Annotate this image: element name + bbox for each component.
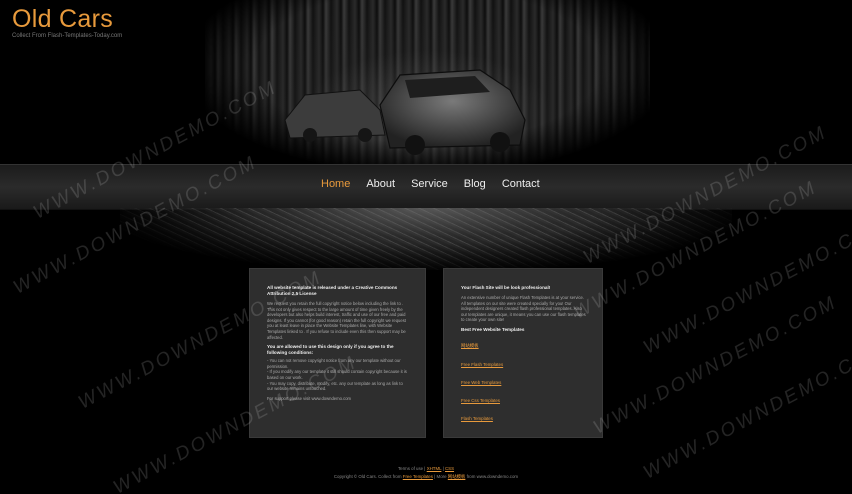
footer-css-link[interactable]: CSS bbox=[445, 466, 454, 471]
nav-about[interactable]: About bbox=[366, 178, 395, 190]
footer-free-templates-link[interactable]: Free Templates bbox=[403, 474, 433, 479]
nav-list: Home About Service Blog Contact bbox=[321, 178, 556, 190]
info-heading: Your Flash Site will be look professiona… bbox=[461, 285, 551, 290]
page: Old Cars Collect From Flash-Templates-To… bbox=[0, 0, 852, 494]
nav-home[interactable]: Home bbox=[321, 178, 350, 190]
site-title[interactable]: Old Cars bbox=[12, 4, 122, 34]
links-title: Best Free Website Templates bbox=[461, 326, 525, 332]
nav-service[interactable]: Service bbox=[411, 178, 448, 190]
brand: Old Cars Collect From Flash-Templates-To… bbox=[12, 4, 122, 39]
link-free-css-templates[interactable]: Free Css Templates bbox=[461, 398, 586, 403]
info-box: Your Flash Site will be look professiona… bbox=[443, 268, 603, 438]
footer-more: | More bbox=[434, 474, 447, 479]
footer-source: from www.downdemo.com bbox=[466, 474, 519, 479]
license-text: We request you retain the full copyright… bbox=[267, 301, 406, 340]
link-flash-templates[interactable]: Flash Templates bbox=[461, 416, 586, 421]
footer-xhtml-link[interactable]: XHTML bbox=[427, 466, 442, 471]
site-tagline: Collect From Flash-Templates-Today.com bbox=[12, 33, 123, 39]
old-cars-illustration bbox=[284, 69, 526, 155]
link-website-templates-cn[interactable]: 网站模板 bbox=[461, 343, 586, 349]
footer-sep: | bbox=[442, 466, 444, 471]
nav-contact[interactable]: Contact bbox=[502, 178, 540, 190]
link-free-web-templates[interactable]: Free Web Templates bbox=[461, 380, 586, 385]
conditions-heading: You are allowed to use this design only … bbox=[267, 344, 394, 356]
info-text: An extensive number of unique Flash Temp… bbox=[461, 295, 586, 323]
footer-cn-link[interactable]: 网站模板 bbox=[448, 474, 466, 479]
footer-copyright: Copyright © Old Cars. Collect from bbox=[333, 474, 402, 479]
link-free-flash-templates[interactable]: Free Flash Templates bbox=[461, 362, 586, 367]
nav-blog[interactable]: Blog bbox=[464, 178, 486, 190]
template-links: 网站模板 Free Flash Templates Free Web Templ… bbox=[461, 343, 586, 421]
footer-terms[interactable]: Terms of use | bbox=[398, 466, 426, 471]
